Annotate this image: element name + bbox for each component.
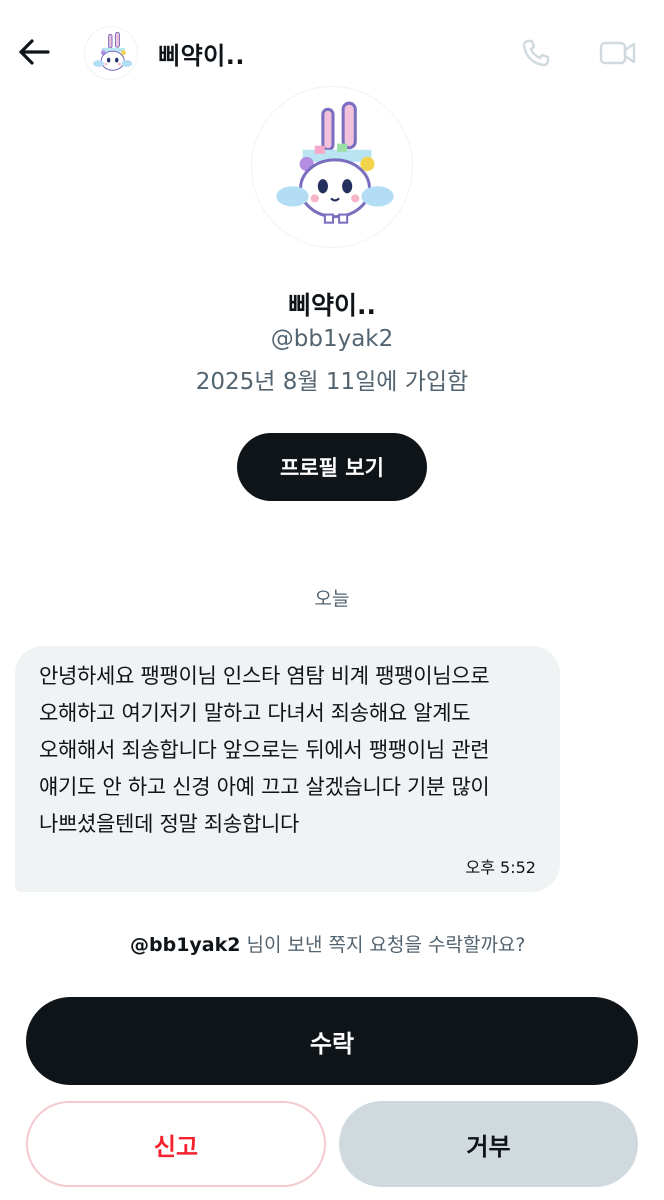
message-text: 안녕하세요 팽팽이님 인스타 염탐 비계 팽팽이님으로 오해하고 여기저기 말하… — [39, 664, 490, 836]
day-separator: 오늘 — [314, 588, 350, 610]
message-timestamp: 오후 5:52 — [465, 858, 536, 877]
accept-button[interactable]: 수락 — [26, 997, 638, 1085]
header-avatar[interactable] — [84, 26, 138, 80]
header-name[interactable]: 삐약이.. — [158, 36, 245, 71]
request-text: 님이 보낸 쪽지 요청을 수락할까요? — [240, 934, 526, 956]
video-call-button[interactable] — [596, 33, 640, 73]
profile-name: 삐약이.. — [288, 291, 376, 320]
profile-handle: @bb1yak2 — [270, 326, 394, 352]
view-profile-button[interactable]: 프로필 보기 — [237, 433, 427, 501]
decline-button[interactable]: 거부 — [339, 1101, 638, 1187]
profile-joined-date: 2025년 8월 11일에 가입함 — [195, 369, 469, 395]
bunny-avatar-icon — [93, 31, 133, 71]
report-button[interactable]: 신고 — [26, 1101, 326, 1187]
bunny-avatar-icon — [276, 101, 394, 224]
arrow-left-icon — [19, 39, 50, 65]
profile-avatar[interactable] — [251, 86, 413, 248]
video-camera-icon — [599, 41, 636, 65]
message-bubble[interactable]: 안녕하세요 팽팽이님 인스타 염탐 비계 팽팽이님으로 오해하고 여기저기 말하… — [15, 646, 560, 892]
request-handle[interactable]: @bb1yak2 — [130, 934, 240, 956]
back-button[interactable] — [14, 32, 54, 72]
phone-icon — [522, 39, 550, 67]
call-button[interactable] — [516, 33, 556, 73]
